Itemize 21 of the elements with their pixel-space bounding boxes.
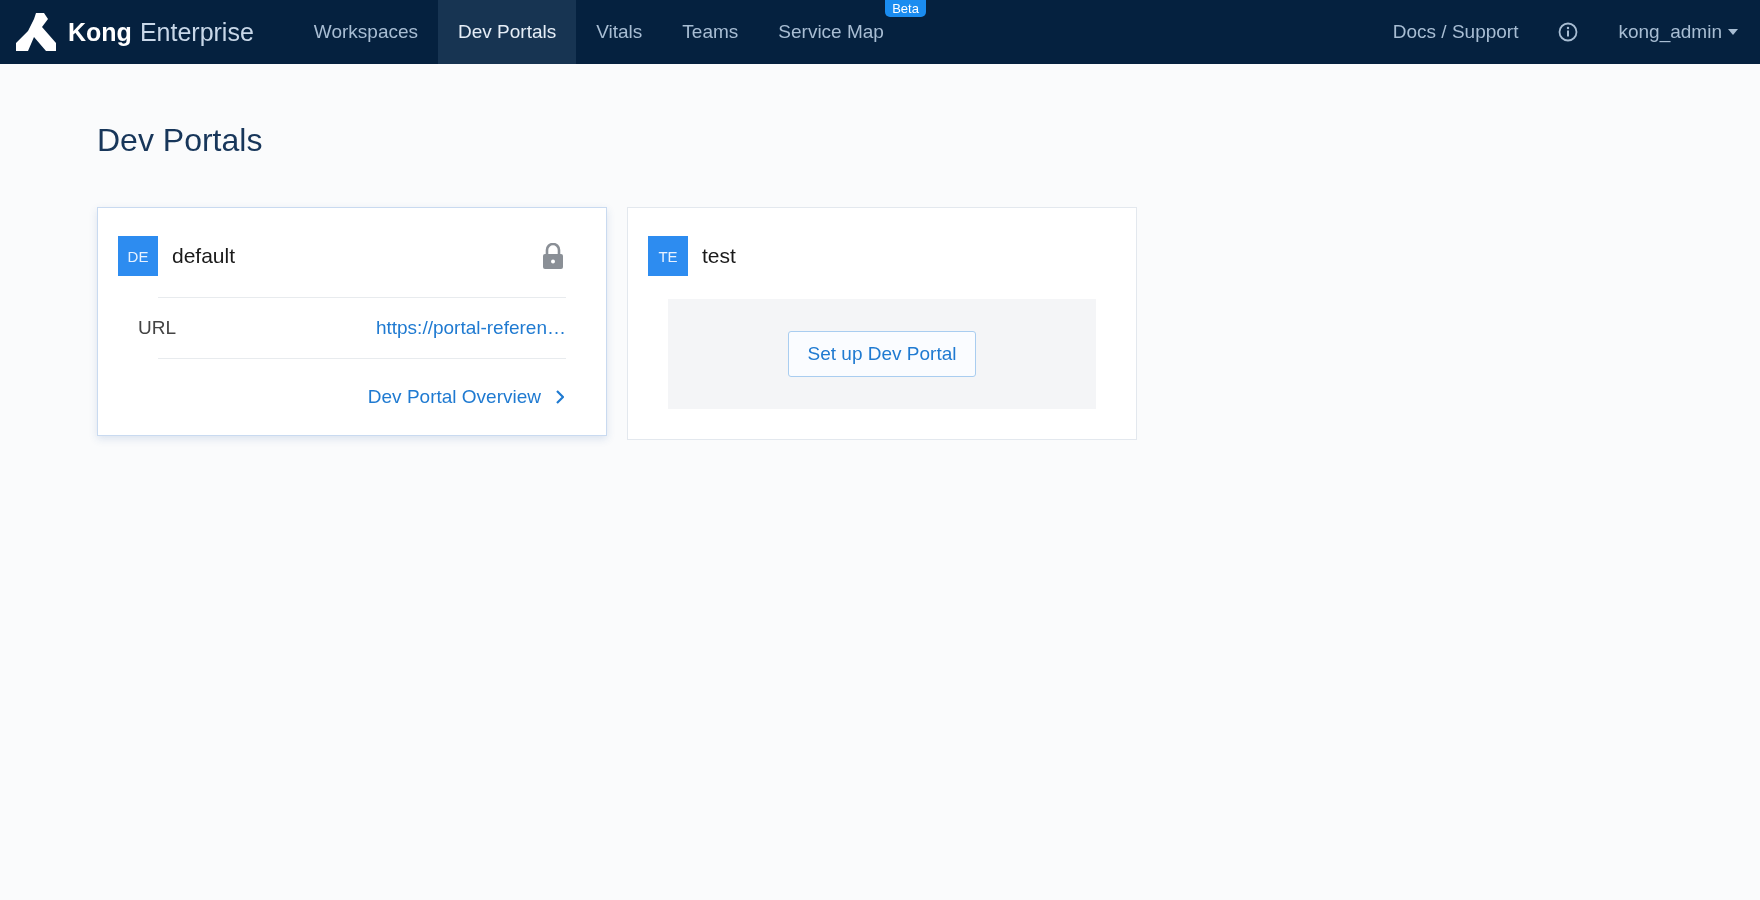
product-name: Enterprise — [139, 17, 254, 47]
overview-link[interactable]: Dev Portal Overview — [367, 386, 541, 408]
user-menu[interactable]: kong_admin — [1618, 21, 1738, 43]
nav-tab[interactable]: Vitals — [576, 0, 663, 64]
chevron-right-icon[interactable] — [555, 390, 564, 404]
info-icon[interactable] — [1558, 22, 1579, 42]
caret-icon — [1728, 29, 1738, 35]
portal-name: default — [172, 244, 237, 268]
setup-button[interactable]: Set up Dev Portal — [787, 331, 977, 377]
nav-tab[interactable]: Teams — [662, 0, 759, 64]
portal-url-link[interactable]: https://portal-referen… — [375, 317, 566, 339]
portal-avatar: DE — [118, 236, 158, 276]
url-label: URL — [138, 317, 176, 339]
brand-name: Kong — [68, 17, 132, 47]
portal-avatar: TE — [648, 236, 688, 276]
nav-tab[interactable]: Workspaces — [293, 0, 438, 64]
nav-tab[interactable]: Dev Portals — [438, 0, 577, 64]
portal-name: test — [702, 244, 737, 268]
beta-badge: Beta — [885, 0, 926, 17]
page-title: Dev Portals — [97, 122, 264, 159]
docs-link[interactable]: Docs / Support — [1392, 21, 1519, 43]
